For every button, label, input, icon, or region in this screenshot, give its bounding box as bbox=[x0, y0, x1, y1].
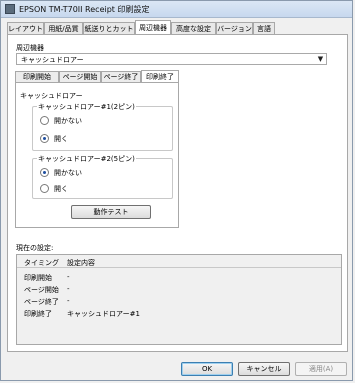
subtab-page-end[interactable]: ページ終了 bbox=[101, 71, 141, 82]
printer-icon bbox=[5, 4, 15, 14]
tab-advanced[interactable]: 高度な設定 bbox=[171, 22, 216, 34]
list-header bbox=[17, 255, 341, 268]
tab-layout[interactable]: レイアウト bbox=[7, 22, 44, 34]
column-header-content: 設定内容 bbox=[67, 259, 95, 267]
drawer1-option-open-label: 開く bbox=[54, 135, 68, 143]
row-timing: ページ終了 bbox=[24, 298, 59, 306]
drawer2-radio-open[interactable] bbox=[40, 184, 49, 193]
cancel-button[interactable]: キャンセル bbox=[238, 362, 290, 376]
drawer1-group bbox=[32, 106, 173, 151]
peripheral-section-label: 周辺機器 bbox=[16, 44, 44, 52]
tab-paper-quality[interactable]: 用紙/品質 bbox=[44, 22, 83, 34]
apply-button[interactable]: 適用(A) bbox=[295, 362, 347, 376]
row-content: - bbox=[67, 273, 70, 281]
drawer1-label: キャッシュドロアー#1(2ピン) bbox=[37, 102, 136, 112]
radio-selected-dot bbox=[43, 171, 46, 174]
row-content: - bbox=[67, 297, 70, 305]
chevron-down-icon: ▼ bbox=[317, 55, 324, 63]
row-timing: 印刷開始 bbox=[24, 274, 52, 282]
row-content: キャッシュドロアー#1 bbox=[67, 310, 140, 318]
drawer2-option-open-label: 開く bbox=[54, 185, 68, 193]
radio-selected-dot bbox=[43, 137, 46, 140]
tab-feed-cut[interactable]: 紙送りとカット bbox=[83, 22, 135, 34]
row-timing: ページ開始 bbox=[24, 286, 59, 294]
tab-peripheral[interactable]: 周辺機器 bbox=[135, 20, 171, 34]
peripheral-device-value: キャッシュドロアー bbox=[21, 56, 84, 64]
current-settings-label: 現在の設定: bbox=[16, 244, 54, 252]
tab-language[interactable]: 言語 bbox=[253, 22, 275, 34]
drawer1-radio-open[interactable] bbox=[40, 134, 49, 143]
title-bar: EPSON TM-T70II Receipt 印刷設定 bbox=[1, 1, 352, 18]
current-settings-list bbox=[16, 254, 342, 345]
drawer-test-button[interactable]: 動作テスト bbox=[71, 205, 151, 219]
drawer-group-label: キャッシュドロアー bbox=[20, 92, 83, 100]
drawer2-label: キャッシュドロアー#2(5ピン) bbox=[37, 154, 136, 164]
drawer1-option-closed-label: 開かない bbox=[54, 117, 82, 125]
print-settings-window: EPSON TM-T70II Receipt 印刷設定 レイアウト 用紙/品質 … bbox=[0, 0, 353, 381]
drawer2-option-closed-label: 開かない bbox=[54, 169, 82, 177]
drawer2-radio-closed[interactable] bbox=[40, 168, 49, 177]
drawer1-radio-closed[interactable] bbox=[40, 116, 49, 125]
subtab-print-end[interactable]: 印刷終了 bbox=[141, 70, 179, 82]
column-header-timing: タイミング bbox=[24, 259, 59, 267]
peripheral-device-select[interactable]: キャッシュドロアー ▼ bbox=[16, 53, 327, 65]
window-title: EPSON TM-T70II Receipt 印刷設定 bbox=[19, 5, 150, 14]
subtab-page-start[interactable]: ページ開始 bbox=[59, 71, 101, 82]
row-content: - bbox=[67, 285, 70, 293]
ok-button[interactable]: OK bbox=[181, 362, 233, 376]
row-timing: 印刷終了 bbox=[24, 310, 52, 318]
subtab-print-start[interactable]: 印刷開始 bbox=[15, 71, 59, 82]
tab-version[interactable]: バージョン bbox=[216, 22, 253, 34]
